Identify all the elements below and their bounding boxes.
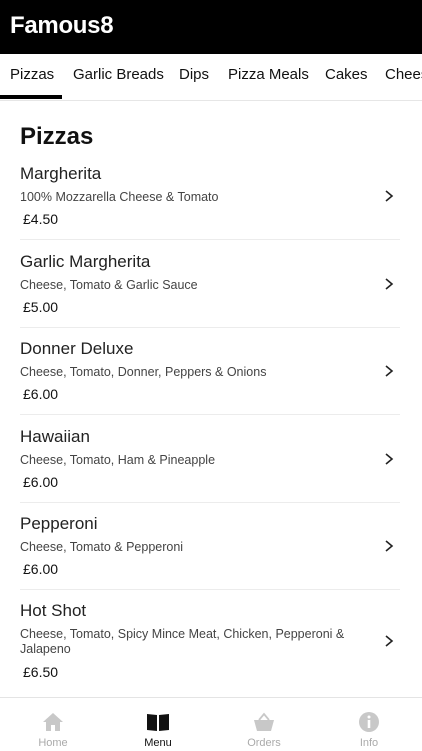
chevron-right-icon xyxy=(385,540,394,552)
divider xyxy=(20,589,400,590)
chevron-right-icon xyxy=(385,278,394,290)
chevron-right-icon xyxy=(385,453,394,465)
divider xyxy=(20,414,400,415)
item-name: Margherita xyxy=(20,164,102,183)
app-title: Famous8 xyxy=(10,12,114,39)
chevron-right-icon xyxy=(385,635,394,647)
nav-home-label: Home xyxy=(38,737,68,749)
item-name: Hot Shot xyxy=(20,601,87,620)
item-description: Cheese, Tomato, Spicy Mince Meat, Chicke… xyxy=(20,627,345,656)
book-icon xyxy=(147,714,169,731)
info-icon xyxy=(359,712,379,732)
item-price: £4.50 xyxy=(23,211,59,227)
tab-cakes[interactable]: Cakes xyxy=(325,54,368,98)
tab-pizza-meals[interactable]: Pizza Meals xyxy=(228,54,309,98)
divider xyxy=(20,502,400,503)
divider xyxy=(20,327,400,328)
item-name: Pepperoni xyxy=(20,514,98,533)
menu-item[interactable]: Pepperoni Cheese, Tomato & Pepperoni £6.… xyxy=(0,514,422,584)
nav-home[interactable]: Home xyxy=(13,698,93,751)
item-price: £6.00 xyxy=(23,386,59,402)
nav-orders[interactable]: Orders xyxy=(224,698,304,751)
nav-menu[interactable]: Menu xyxy=(118,698,198,751)
active-tab-indicator xyxy=(0,95,62,99)
category-tabbar[interactable]: Pizzas Garlic Breads Dips Pizza Meals Ca… xyxy=(0,54,422,101)
nav-info[interactable]: Info xyxy=(329,698,409,751)
section-title: Pizzas xyxy=(20,123,94,150)
nav-info-label: Info xyxy=(359,737,379,749)
menu-list[interactable]: Pizzas Margherita 100% Mozzarella Cheese… xyxy=(0,101,422,697)
menu-item[interactable]: Garlic Margherita Cheese, Tomato & Garli… xyxy=(0,252,422,322)
menu-item[interactable]: Hot Shot Cheese, Tomato, Spicy Mince Mea… xyxy=(0,601,422,685)
tab-dips[interactable]: Dips xyxy=(179,54,209,98)
item-name: Garlic Margherita xyxy=(20,252,151,271)
tab-pizzas[interactable]: Pizzas xyxy=(10,54,54,98)
divider xyxy=(20,239,400,240)
item-price: £6.00 xyxy=(23,561,59,577)
bottom-nav: Home Menu Orders Info xyxy=(0,697,422,751)
item-name: Donner Deluxe xyxy=(20,339,134,358)
home-icon xyxy=(43,713,63,731)
tab-garlic-breads[interactable]: Garlic Breads xyxy=(73,54,164,98)
menu-item[interactable]: Margherita 100% Mozzarella Cheese & Toma… xyxy=(0,164,422,234)
item-description: Cheese, Tomato & Pepperoni xyxy=(20,540,184,554)
app-header: Famous8 xyxy=(0,0,422,54)
chevron-right-icon xyxy=(385,365,394,377)
item-price: £6.50 xyxy=(23,664,59,680)
nav-menu-label: Menu xyxy=(144,737,172,749)
item-price: £6.00 xyxy=(23,474,59,490)
item-price: £5.00 xyxy=(23,299,59,315)
menu-item[interactable]: Hawaiian Cheese, Tomato, Ham & Pineapple… xyxy=(0,427,422,497)
tab-cheese[interactable]: Chees xyxy=(385,54,422,98)
basket-icon xyxy=(254,712,274,731)
item-description: Cheese, Tomato & Garlic Sauce xyxy=(20,278,198,292)
item-description: Cheese, Tomato, Ham & Pineapple xyxy=(20,453,216,467)
menu-item[interactable]: Donner Deluxe Cheese, Tomato, Donner, Pe… xyxy=(0,339,422,409)
item-description: 100% Mozzarella Cheese & Tomato xyxy=(20,190,219,204)
nav-orders-label: Orders xyxy=(247,737,281,749)
item-description: Cheese, Tomato, Donner, Peppers & Onions xyxy=(20,365,267,379)
item-name: Hawaiian xyxy=(20,427,90,446)
chevron-right-icon xyxy=(385,190,394,202)
